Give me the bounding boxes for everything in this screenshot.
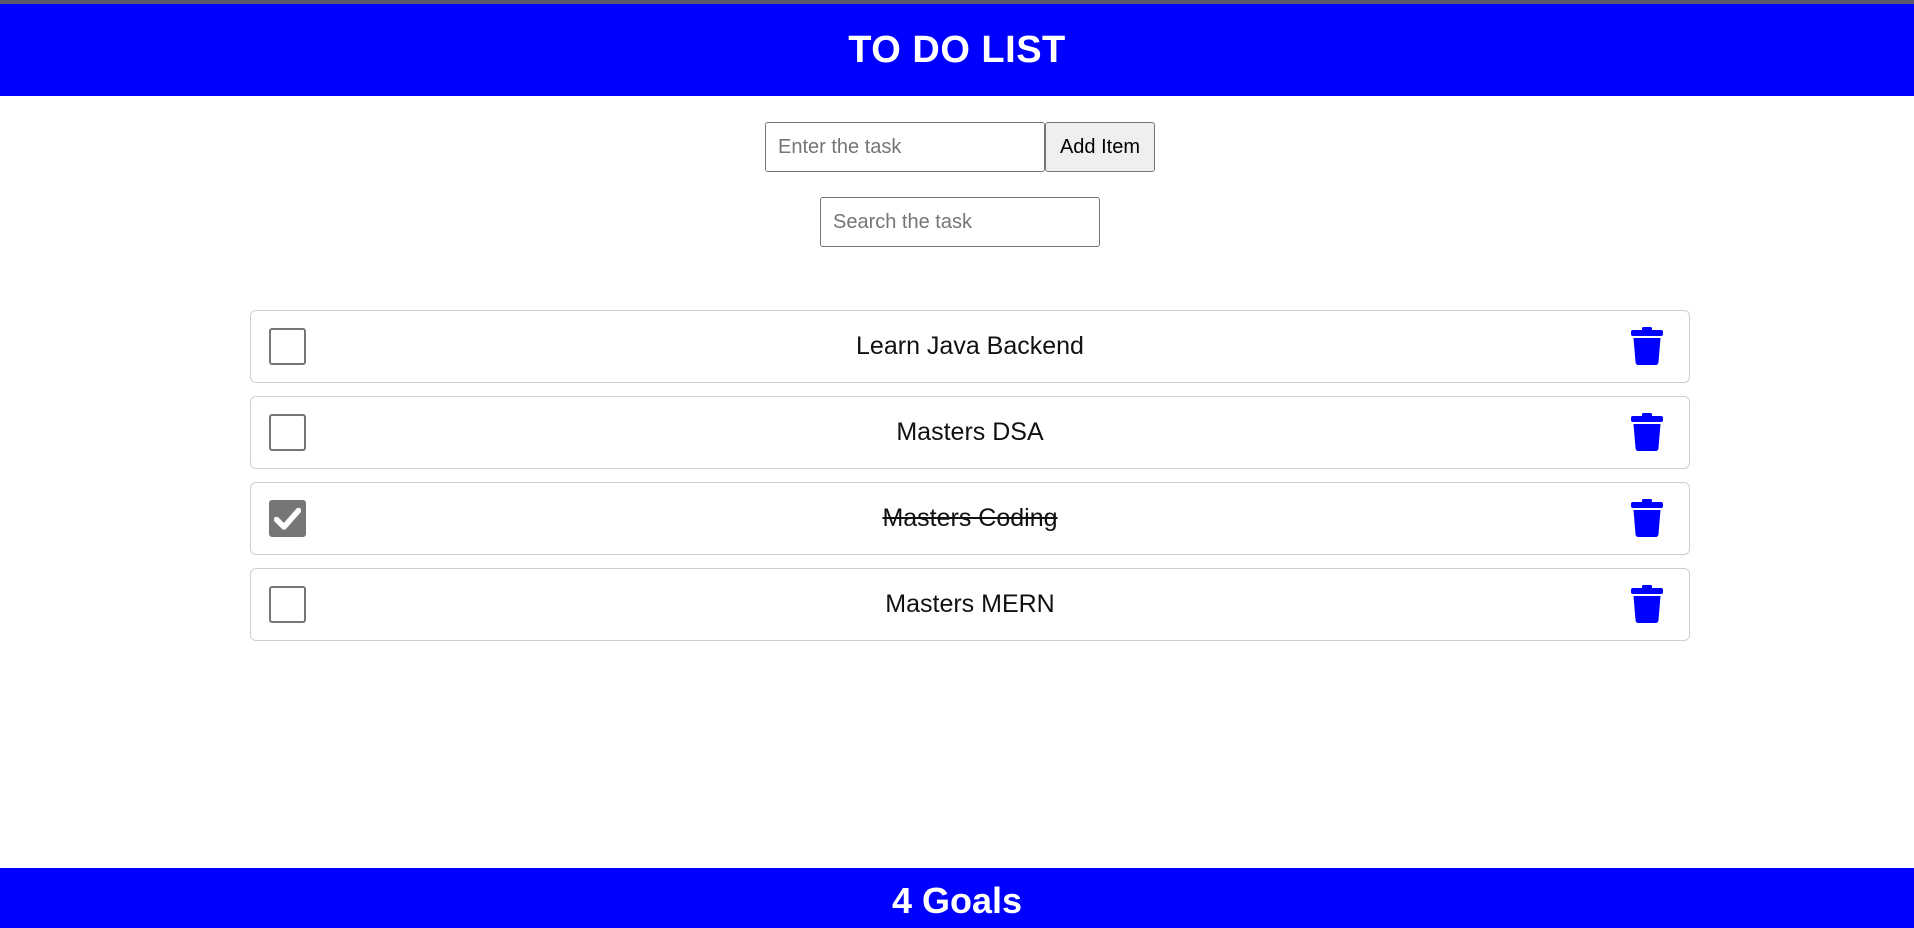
- task-label: Masters Coding: [882, 504, 1058, 532]
- trash-icon[interactable]: [1631, 327, 1663, 365]
- task-label: Masters DSA: [896, 418, 1044, 446]
- goal-count: 4 Goals: [891, 880, 1023, 921]
- task-item: Masters DSA: [250, 396, 1690, 469]
- trash-icon[interactable]: [1631, 585, 1663, 623]
- task-checkbox[interactable]: [269, 414, 306, 451]
- task-list: Learn Java Backend Masters DSA Masters C…: [250, 310, 1690, 654]
- task-input[interactable]: [765, 122, 1045, 172]
- page-title: TO DO LIST: [848, 28, 1066, 71]
- task-item: Masters MERN: [250, 568, 1690, 641]
- task-item: Learn Java Backend: [250, 310, 1690, 383]
- app-header: TO DO LIST: [0, 4, 1914, 96]
- app-footer: 4 Goals: [0, 868, 1914, 928]
- task-label: Learn Java Backend: [856, 332, 1084, 360]
- task-checkbox[interactable]: [269, 586, 306, 623]
- search-input[interactable]: [820, 197, 1100, 247]
- add-task-form: Add Item: [765, 122, 1155, 172]
- trash-icon[interactable]: [1631, 413, 1663, 451]
- task-checkbox[interactable]: [269, 500, 306, 537]
- task-label: Masters MERN: [885, 590, 1055, 618]
- checkmark-icon: [274, 507, 301, 530]
- task-item: Masters Coding: [250, 482, 1690, 555]
- add-item-button[interactable]: Add Item: [1045, 122, 1155, 172]
- todo-app: TO DO LIST Add Item Learn Java Backend M…: [0, 0, 1914, 928]
- trash-icon[interactable]: [1631, 499, 1663, 537]
- task-checkbox[interactable]: [269, 328, 306, 365]
- search-form: [820, 197, 1100, 247]
